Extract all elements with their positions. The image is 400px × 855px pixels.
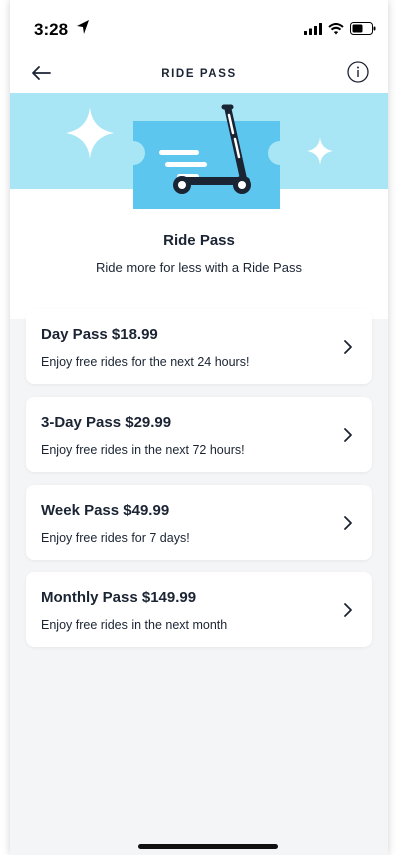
day-pass-card[interactable]: Day Pass $18.99 Enjoy free rides for the… [26, 309, 372, 384]
pass-title: Week Pass $49.99 [41, 502, 170, 519]
pass-description: Enjoy free rides in the next 72 hours! [41, 443, 245, 457]
pass-description: Enjoy free rides for the next 24 hours! [41, 355, 250, 369]
three-day-pass-card[interactable]: 3-Day Pass $29.99 Enjoy free rides in th… [26, 397, 372, 472]
chevron-right-icon [344, 603, 352, 617]
week-pass-card[interactable]: Week Pass $49.99 Enjoy free rides for 7 … [26, 485, 372, 560]
hero-subtitle: Ride more for less with a Ride Pass [96, 260, 302, 275]
status-time: 3:28 [34, 20, 69, 39]
pass-description: Enjoy free rides for 7 days! [41, 531, 190, 545]
pass-title: Monthly Pass $149.99 [41, 589, 197, 606]
scooter-ticket-illustration [66, 104, 333, 209]
pass-title: 3-Day Pass $29.99 [41, 414, 172, 431]
battery-icon [350, 22, 376, 40]
chevron-right-icon [344, 340, 352, 354]
sparkle-icon [307, 137, 333, 165]
info-icon[interactable] [346, 60, 370, 84]
ride-pass-screen: 3:28 RIDE PASS Ride Pass Ride more for l… [10, 0, 388, 855]
nav-bar: RIDE PASS [10, 55, 388, 93]
hero-title: Ride Pass [163, 232, 235, 249]
home-indicator[interactable] [138, 844, 278, 849]
status-icons [304, 22, 376, 40]
pass-title: Day Pass $18.99 [41, 326, 158, 343]
chevron-right-icon [344, 428, 352, 442]
status-bar: 3:28 [10, 0, 388, 60]
page-title: RIDE PASS [161, 68, 237, 80]
wifi-icon [328, 22, 344, 40]
location-arrow-icon [76, 19, 90, 40]
chevron-right-icon [344, 516, 352, 530]
signal-icon [304, 22, 322, 40]
pass-description: Enjoy free rides in the next month [41, 618, 228, 632]
monthly-pass-card[interactable]: Monthly Pass $149.99 Enjoy free rides in… [26, 572, 372, 647]
sparkle-icon [66, 107, 114, 159]
